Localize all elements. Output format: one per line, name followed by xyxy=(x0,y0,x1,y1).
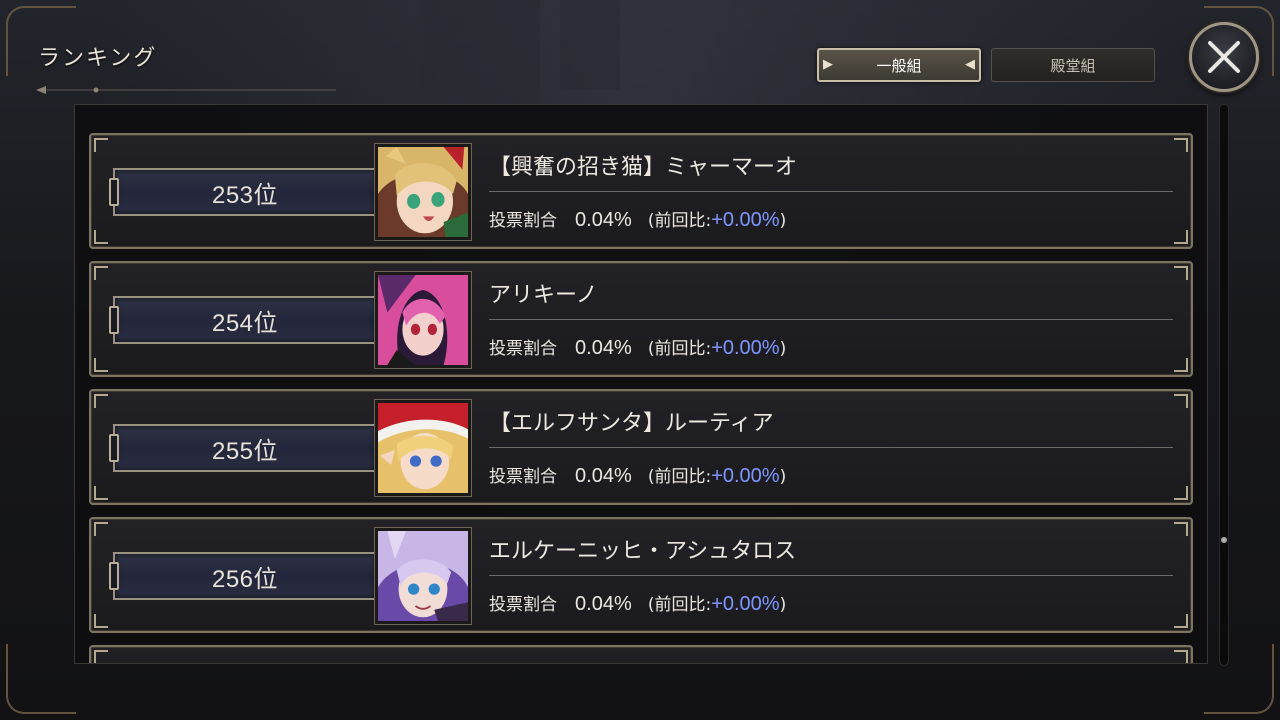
change-value: +0.00% xyxy=(711,337,780,359)
scrollbar[interactable] xyxy=(1219,104,1229,666)
rank-label: 254位 xyxy=(211,309,279,337)
plate-cap xyxy=(109,178,119,206)
rank-label: 253位 xyxy=(211,181,279,209)
castle-silhouette xyxy=(560,0,620,90)
frame-ornament xyxy=(94,358,108,372)
frame-ornament xyxy=(1174,522,1188,536)
title-underline-ornament xyxy=(36,86,336,94)
divider xyxy=(489,319,1173,320)
ranking-row[interactable]: 254位 アリキーノ 投票割合 0.04% (前回比:+0.00%) xyxy=(89,261,1193,377)
frame-ornament xyxy=(94,230,108,244)
vote-stats: 投票割合 0.04% (前回比:+0.00%) xyxy=(489,334,786,360)
divider xyxy=(489,191,1173,192)
ornate-corner xyxy=(1204,644,1274,714)
vote-share-label: 投票割合 xyxy=(489,595,557,615)
vote-share-value: 0.04% xyxy=(575,593,632,615)
change-suffix: ) xyxy=(779,595,787,615)
change-value: +0.00% xyxy=(711,209,780,231)
change-prefix: (前回比: xyxy=(647,467,712,487)
vote-stats: 投票割合 0.04% (前回比:+0.00%) xyxy=(489,462,786,488)
silver-hair-portrait xyxy=(374,527,472,625)
ranking-row[interactable]: 255位 【エルフサンタ】ルーティア 投票割合 0.04% (前回比:+0.00… xyxy=(89,389,1193,505)
change-value: +0.00% xyxy=(711,593,780,615)
character-name: エルケーニッヒ・アシュタロス xyxy=(489,539,797,564)
tab-hall-of-fame[interactable]: 殿堂組 xyxy=(991,48,1155,82)
character-name: 【興奮の招き猫】ミャーマーオ xyxy=(489,155,798,180)
change-suffix: ) xyxy=(779,211,787,231)
frame-ornament xyxy=(1174,614,1188,628)
change-prefix: (前回比: xyxy=(647,211,712,231)
frame-ornament xyxy=(94,138,108,152)
tab-general-label: 一般組 xyxy=(876,56,922,75)
change-value: +0.00% xyxy=(711,465,780,487)
divider xyxy=(489,447,1173,448)
ranking-list: 253位 【興奮の招き猫】ミャーマーオ 投票割合 0.04% (前回比:+0.0… xyxy=(89,133,1193,663)
frame-ornament xyxy=(1174,486,1188,500)
frame-ornament xyxy=(94,486,108,500)
plate-cap xyxy=(109,434,119,462)
character-name: アリキーノ xyxy=(489,283,598,308)
blonde-catgirl-portrait xyxy=(374,143,472,241)
frame-ornament xyxy=(1174,138,1188,152)
rank-plate: 254位 xyxy=(109,296,375,344)
character-name: 【エルフサンタ】ルーティア xyxy=(489,411,774,436)
frame-ornament xyxy=(94,266,108,280)
rank-label: 256位 xyxy=(211,565,279,593)
ranking-row[interactable]: 256位 エルケーニッヒ・アシュタロス 投票割合 0.04% (前回比:+0.0… xyxy=(89,517,1193,633)
ornate-corner xyxy=(6,644,76,714)
rank-plate: 255位 xyxy=(109,424,375,472)
castle-silhouette xyxy=(420,0,540,110)
scrollbar-thumb[interactable] xyxy=(1221,537,1227,543)
vote-stats: 投票割合 0.04% (前回比:+0.00%) xyxy=(489,590,786,616)
vote-share-label: 投票割合 xyxy=(489,339,557,359)
rank-label: 255位 xyxy=(211,437,279,465)
vote-share-label: 投票割合 xyxy=(489,211,557,231)
vote-share-value: 0.04% xyxy=(575,337,632,359)
frame-ornament xyxy=(1174,650,1188,663)
change-prefix: (前回比: xyxy=(647,595,712,615)
tab-arrow-right-icon: ◀ xyxy=(965,57,975,72)
rank-plate: 256位 xyxy=(109,552,375,600)
ranking-list-panel[interactable]: 253位 【興奮の招き猫】ミャーマーオ 投票割合 0.04% (前回比:+0.0… xyxy=(74,104,1208,664)
frame-ornament xyxy=(94,614,108,628)
frame-ornament xyxy=(94,522,108,536)
close-button[interactable] xyxy=(1189,22,1259,92)
frame-ornament xyxy=(94,650,108,663)
ranking-row-partial[interactable] xyxy=(89,645,1193,663)
tab-arrow-left-icon: ▶ xyxy=(823,57,833,72)
ranking-screen: ランキング ▶ 一般組 ◀ 殿堂組 253位 【興奮の招き猫】ミャーマーオ 投票… xyxy=(0,0,1280,720)
change-prefix: (前回比: xyxy=(647,339,712,359)
pink-hair-portrait xyxy=(374,271,472,369)
tab-hall-label: 殿堂組 xyxy=(1050,56,1096,75)
vote-share-label: 投票割合 xyxy=(489,467,557,487)
vote-stats: 投票割合 0.04% (前回比:+0.00%) xyxy=(489,206,786,232)
vote-share-value: 0.04% xyxy=(575,209,632,231)
frame-ornament xyxy=(1174,230,1188,244)
change-suffix: ) xyxy=(779,467,787,487)
tab-general[interactable]: ▶ 一般組 ◀ xyxy=(817,48,981,82)
frame-ornament xyxy=(1174,394,1188,408)
vote-share-value: 0.04% xyxy=(575,465,632,487)
frame-ornament xyxy=(1174,266,1188,280)
divider xyxy=(489,575,1173,576)
plate-cap xyxy=(109,562,119,590)
elf-santa-portrait xyxy=(374,399,472,497)
frame-ornament xyxy=(94,394,108,408)
frame-ornament xyxy=(1174,358,1188,372)
page-title: ランキング xyxy=(38,46,158,71)
close-x-icon xyxy=(1208,41,1240,73)
plate-cap xyxy=(109,306,119,334)
rank-plate: 253位 xyxy=(109,168,375,216)
ranking-row[interactable]: 253位 【興奮の招き猫】ミャーマーオ 投票割合 0.04% (前回比:+0.0… xyxy=(89,133,1193,249)
change-suffix: ) xyxy=(779,339,787,359)
